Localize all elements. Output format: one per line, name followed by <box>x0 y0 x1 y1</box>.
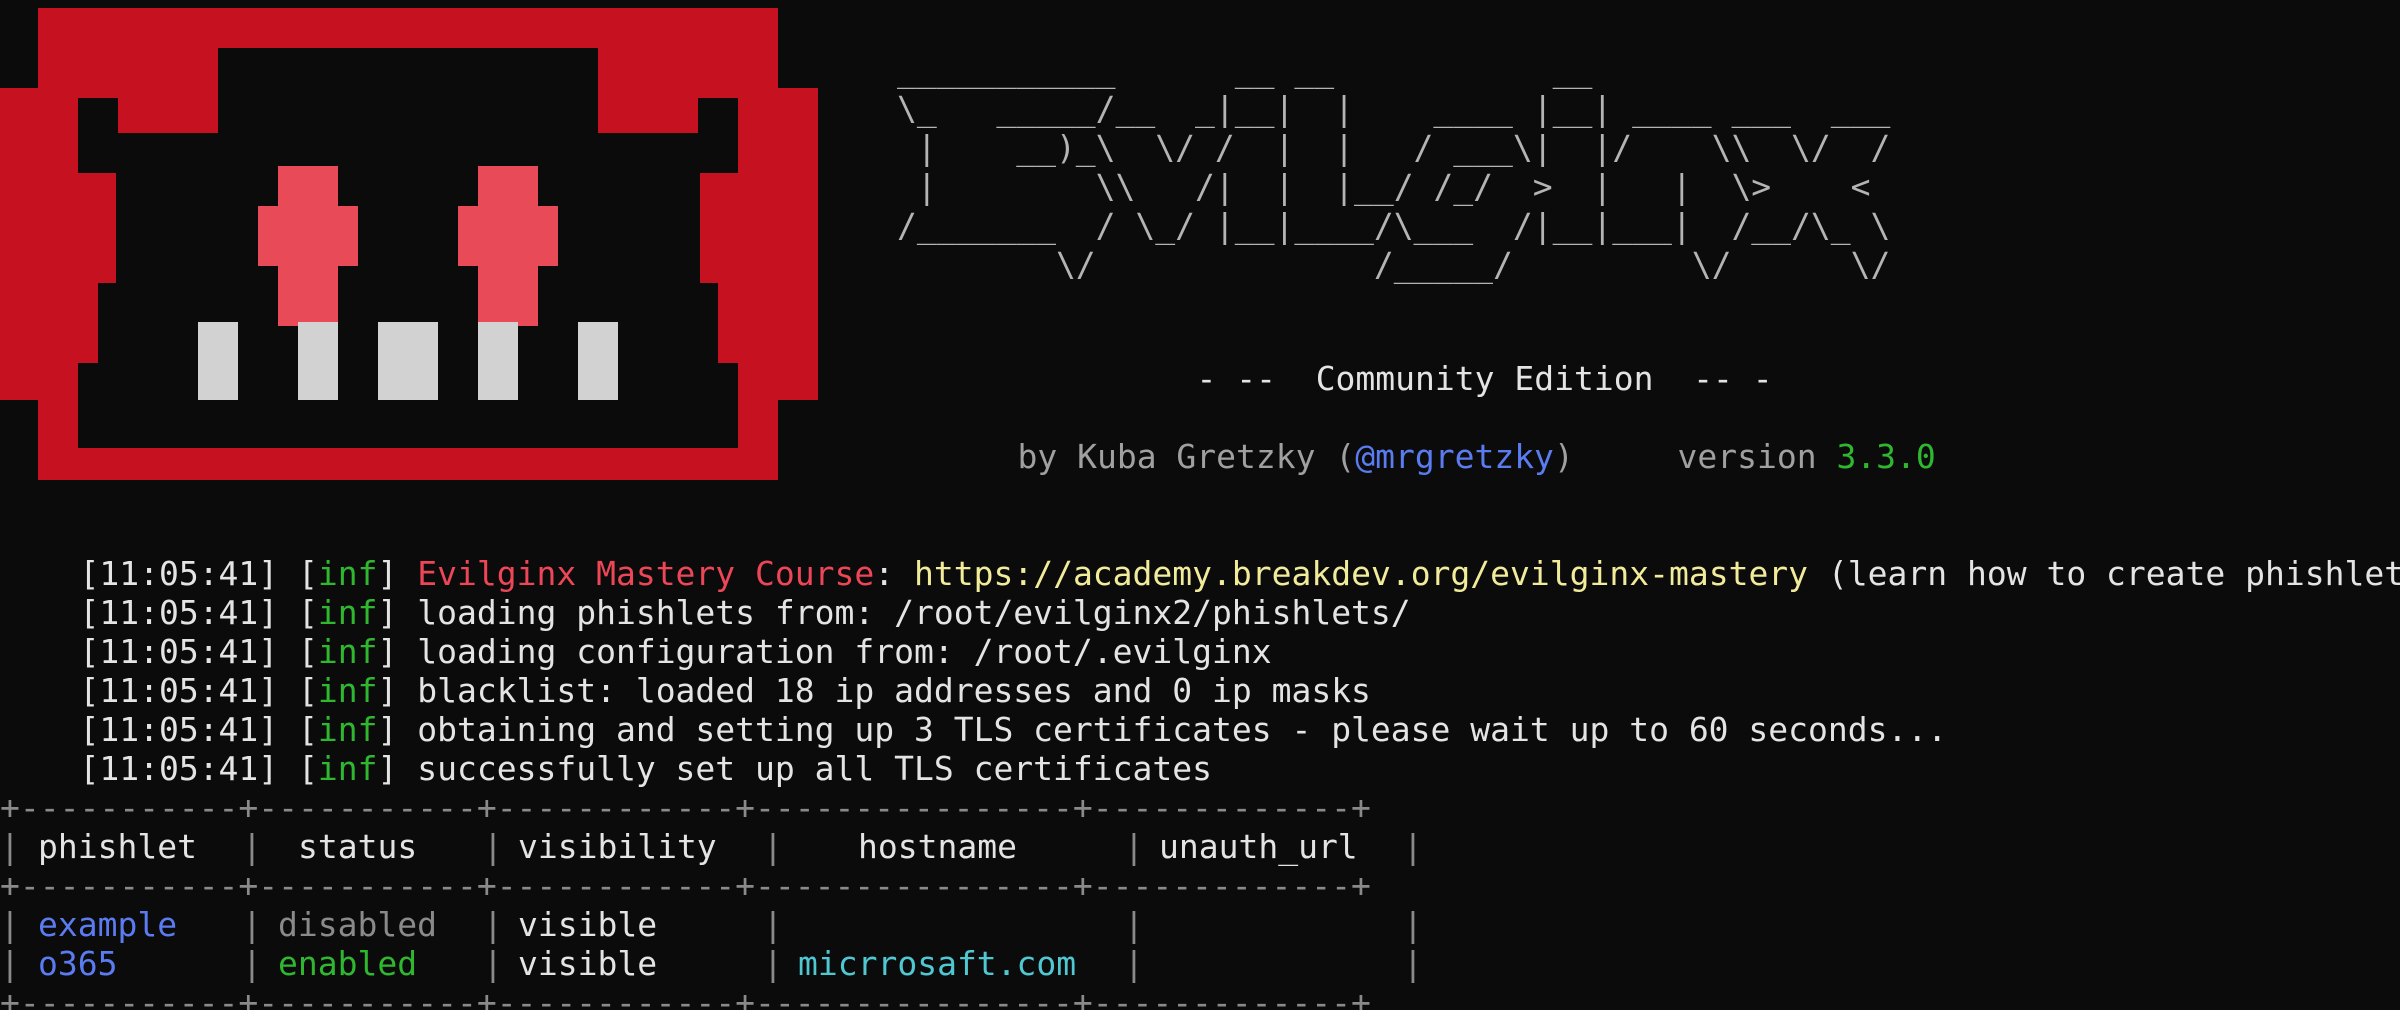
mascot-tooth <box>298 322 338 400</box>
mascot-tooth <box>198 322 238 400</box>
mascot-jaw-right <box>718 283 738 363</box>
column-header-unauth-url: unauth_url <box>1159 827 1358 866</box>
version-number: 3.3.0 <box>1836 437 1936 476</box>
mascot-horn-left-edge <box>78 48 118 98</box>
phishlet-status: enabled <box>278 944 418 983</box>
mascot-tooth <box>478 322 518 400</box>
column-header-hostname: hostname <box>858 827 1017 866</box>
terminal-window[interactable]: ___________ __ __ __ \_ _____/__ _|__| |… <box>0 0 2400 1010</box>
version-line: version 3.3.0 <box>1598 398 1936 515</box>
mascot-horn-right <box>598 48 698 133</box>
author-handle-link[interactable]: @mrgretzky <box>1355 437 1554 476</box>
log-message: successfully set up all TLS certificates <box>417 749 1212 788</box>
phishlet-hostname: micrrosaft.com <box>798 944 1077 983</box>
evilginx-mascot-logo <box>0 8 818 480</box>
author-line: by Kuba Gretzky (@mrgretzky) <box>938 398 1574 515</box>
phishlet-status: disabled <box>278 905 437 944</box>
table-border-mid: +-----------+-----------+------------+--… <box>0 866 1371 905</box>
mascot-horn-left <box>118 48 218 133</box>
mascot-tooth <box>578 322 618 400</box>
ascii-logo-evilginx: ___________ __ __ __ \_ _____/__ _|__| |… <box>897 50 1891 284</box>
phishlet-visibility: visible <box>518 905 658 944</box>
column-header-phishlet: phishlet <box>38 827 197 866</box>
author-prefix: by Kuba Gretzky ( <box>1017 437 1356 476</box>
mascot-eye-left-bar <box>258 206 358 266</box>
log-level: inf <box>317 749 378 788</box>
phishlet-visibility: visible <box>518 944 658 983</box>
table-border-top: +-----------+-----------+------------+--… <box>0 788 1371 827</box>
mascot-cheek-right <box>700 173 738 283</box>
column-header-status: status <box>298 827 418 866</box>
log-message: (learn how to create phishlets) <box>1808 554 2400 593</box>
mascot-jaw-left <box>78 283 98 363</box>
table-border-bottom: +-----------+-----------+------------+--… <box>0 983 1371 1010</box>
phishlet-name: o365 <box>38 944 118 983</box>
mascot-eye-right-bar <box>458 206 558 266</box>
log-time: [11:05:41] <box>79 749 279 788</box>
author-suffix: ) <box>1553 437 1574 476</box>
mascot-horn-right-edge <box>698 48 738 98</box>
mascot-face <box>78 48 738 448</box>
phishlet-name: example <box>38 905 178 944</box>
mascot-cheek-left <box>78 173 116 283</box>
version-label: version <box>1677 437 1817 476</box>
column-header-visibility: visibility <box>518 827 717 866</box>
mascot-tooth <box>378 322 438 400</box>
